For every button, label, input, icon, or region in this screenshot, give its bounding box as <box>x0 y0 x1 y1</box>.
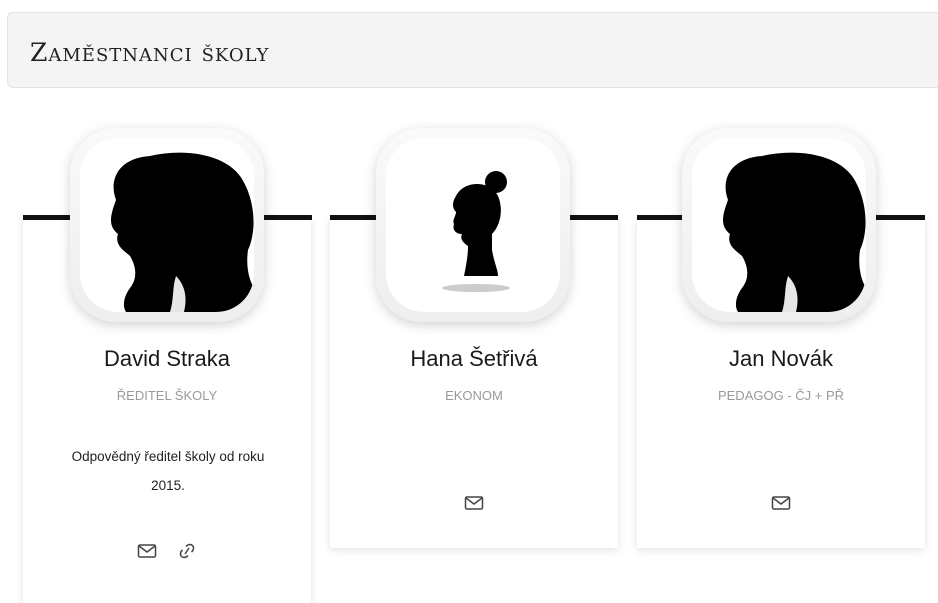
divider-line <box>568 215 618 220</box>
man-silhouette-icon <box>723 152 866 312</box>
mail-icon[interactable] <box>137 541 157 559</box>
divider-line <box>875 215 925 220</box>
avatar <box>376 128 570 322</box>
mail-icon[interactable] <box>771 493 791 511</box>
man-silhouette-icon <box>111 152 254 312</box>
divider-line <box>637 215 687 220</box>
mail-icon[interactable] <box>464 493 484 511</box>
divider-line <box>23 215 73 220</box>
staff-role: Ekonom <box>445 388 503 403</box>
avatar <box>682 128 876 322</box>
divider-line <box>330 215 380 220</box>
woman-silhouette-icon <box>442 171 510 292</box>
staff-role: Pedagog - ČJ + PŘ <box>717 388 845 403</box>
staff-description: Odpovědný ředitel školy od roku 2015. <box>71 449 265 493</box>
contact-icons <box>637 493 925 511</box>
staff-name: David Straka <box>104 346 230 371</box>
avatar <box>70 128 264 322</box>
staff-name: Jan Novák <box>729 346 833 371</box>
staff-role: Ředitel školy <box>116 388 218 403</box>
contact-icons <box>330 493 618 511</box>
page-title: Zaměstnanci školy <box>30 38 270 67</box>
divider-line <box>262 215 312 220</box>
page-header: Zaměstnanci školy <box>7 12 938 88</box>
staff-name: Hana Šetřivá <box>410 346 538 371</box>
link-icon[interactable] <box>177 541 197 559</box>
contact-icons <box>23 541 311 559</box>
